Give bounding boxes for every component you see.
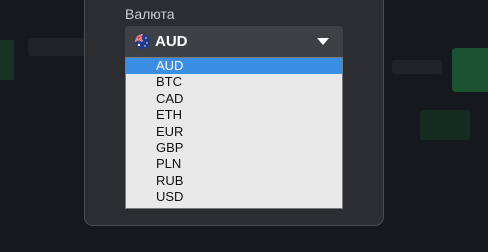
background-panel-left <box>0 40 14 80</box>
australia-flag-icon <box>135 34 150 49</box>
selected-currency: AUD <box>155 33 188 50</box>
currency-option-eur[interactable]: EUR <box>126 124 342 140</box>
currency-select[interactable]: AUD <box>125 26 343 57</box>
currency-option-aud[interactable]: AUD <box>126 58 342 75</box>
background-element <box>28 38 88 56</box>
background-button-right <box>420 110 470 140</box>
currency-option-pln[interactable]: PLN <box>126 156 342 172</box>
currency-option-btc[interactable]: BTC <box>126 74 342 90</box>
caret-down-icon[interactable] <box>317 38 329 45</box>
background-button-right <box>452 48 488 92</box>
currency-option-gbp[interactable]: GBP <box>126 140 342 156</box>
currency-option-rub[interactable]: RUB <box>126 173 342 189</box>
currency-option-eth[interactable]: ETH <box>126 107 342 123</box>
currency-option-usd[interactable]: USD <box>126 189 342 205</box>
background-element <box>392 60 442 74</box>
currency-option-cad[interactable]: CAD <box>126 91 342 107</box>
currency-options-list: AUD BTC CAD ETH EUR GBP PLN RUB USD <box>125 57 343 209</box>
currency-label: Валюта <box>125 6 175 22</box>
